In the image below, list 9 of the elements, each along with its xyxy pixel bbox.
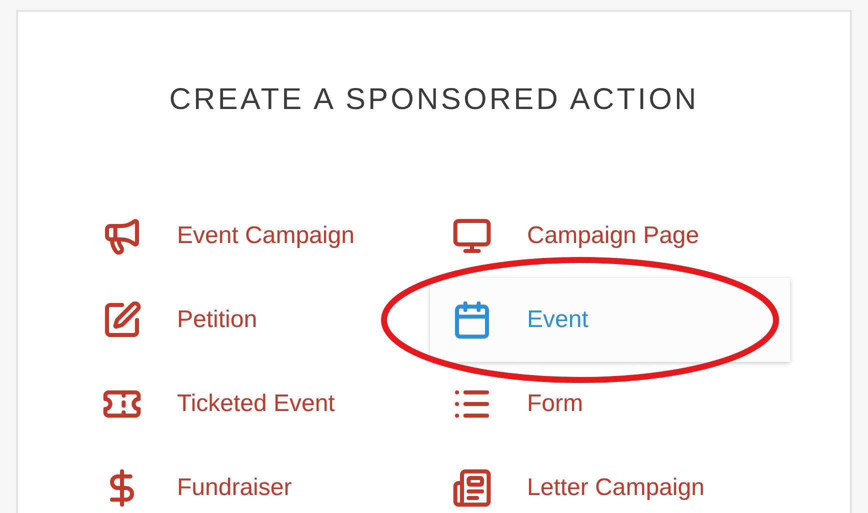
action-link[interactable]: Ticketed Event	[80, 362, 430, 446]
action-link[interactable]: Campaign Page	[430, 194, 790, 278]
action-link[interactable]: Event	[430, 278, 790, 362]
action-link[interactable]: Form	[430, 362, 790, 446]
page-title: CREATE A SPONSORED ACTION	[169, 82, 699, 118]
action-link[interactable]: Letter Campaign	[430, 446, 790, 513]
action-link[interactable]: Petition	[80, 278, 430, 362]
action-link[interactable]: Fundraiser	[80, 446, 430, 513]
action-link[interactable]: Event Campaign	[80, 194, 430, 278]
